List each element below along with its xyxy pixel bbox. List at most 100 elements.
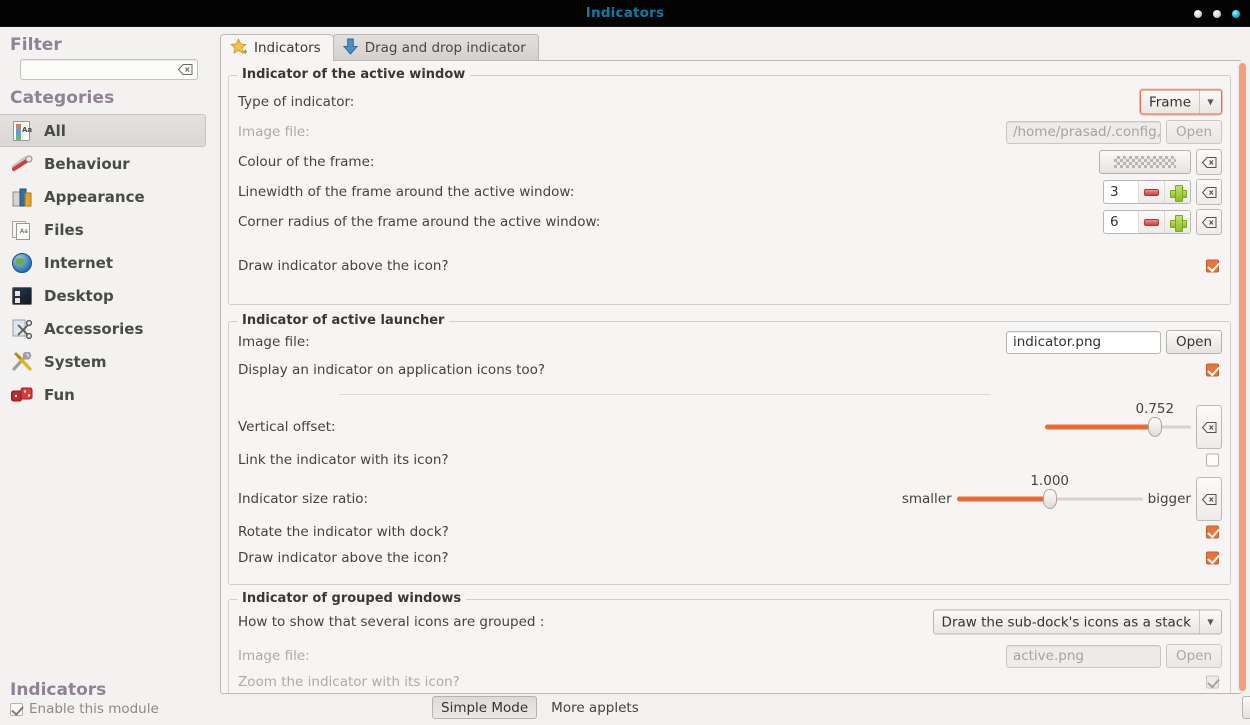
open-button[interactable]: Open — [1165, 644, 1222, 668]
sidebar-item-files[interactable]: Aa Files — [0, 213, 212, 246]
vertical-offset-slider[interactable]: 0.752 — [1045, 401, 1191, 437]
sidebar-item-internet[interactable]: Internet — [0, 246, 212, 279]
sidebar-item-label: Appearance — [44, 187, 145, 206]
row-corner-radius: Corner radius of the frame around the ac… — [229, 209, 1230, 235]
svg-text:Aa: Aa — [20, 228, 28, 235]
module-name: Indicators — [10, 680, 107, 700]
tab-indicators[interactable]: Indicators — [220, 34, 334, 62]
documents-icon: Aa — [10, 119, 34, 143]
section-grouped-windows: Indicator of grouped windows How to show… — [228, 591, 1231, 693]
draw-above-icon-checkbox[interactable] — [1206, 259, 1219, 273]
slider-value: 0.752 — [1135, 401, 1175, 417]
type-of-indicator-select[interactable]: Frame ▼ — [1139, 89, 1222, 115]
row-colour-of-frame: Colour of the frame: — [229, 149, 1230, 175]
field-value: active.png — [1012, 648, 1084, 664]
sidebar-item-system[interactable]: System — [0, 345, 212, 378]
sidebar-item-label: Behaviour — [44, 154, 130, 173]
swiss-knife-icon — [10, 152, 34, 176]
tab-label: Indicators — [254, 40, 321, 56]
image-file-input[interactable]: /home/prasad/.config, — [1005, 120, 1161, 144]
enable-module-row[interactable]: Enable this module — [10, 701, 212, 717]
section-active-window: Indicator of the active window Type of i… — [228, 67, 1231, 305]
settings-panel: Indicator of the active window Type of i… — [220, 60, 1242, 694]
increment-icon[interactable] — [1164, 211, 1190, 233]
row-label: Corner radius of the frame around the ac… — [238, 214, 601, 230]
open-button[interactable]: Open — [1165, 330, 1222, 354]
slider-fill — [1045, 424, 1155, 430]
grouped-windows-select[interactable]: Draw the sub-dock's icons as a stack ▼ — [932, 609, 1222, 635]
footer-bar: Simple Mode More applets Apply OK Back C… — [424, 693, 1250, 725]
sidebar-item-appearance[interactable]: Appearance — [0, 180, 212, 213]
row-label: Type of indicator: — [238, 94, 355, 110]
window-titlebar: Indicators — [0, 0, 1250, 27]
display-on-app-icons-checkbox[interactable] — [1206, 363, 1219, 377]
close-button[interactable] — [1232, 9, 1240, 18]
search-input[interactable] — [20, 59, 198, 80]
reset-corner-radius-button[interactable] — [1196, 209, 1222, 235]
slider-handle[interactable] — [1147, 417, 1162, 437]
row-label: Linewidth of the frame around the active… — [238, 184, 575, 200]
category-list: Aa All Behaviour Appearance Aa Files Int… — [0, 114, 212, 411]
launcher-image-file-input[interactable]: indicator.png — [1005, 330, 1161, 354]
simple-mode-button[interactable]: Simple Mode — [432, 696, 538, 719]
sidebar-item-all[interactable]: Aa All — [0, 114, 206, 147]
row-label: Indicator size ratio: — [238, 491, 369, 507]
corner-radius-stepper[interactable]: 6 — [1103, 210, 1191, 234]
sidebar-item-accessories[interactable]: Accessories — [0, 312, 212, 345]
more-applets-link[interactable]: More applets — [551, 700, 639, 716]
rotate-with-dock-checkbox[interactable] — [1206, 525, 1219, 539]
row-linewidth: Linewidth of the frame around the active… — [229, 179, 1230, 205]
chevron-down-icon: ▼ — [1199, 90, 1221, 114]
row-label: Link the indicator with its icon? — [238, 452, 449, 468]
frame-colour-button[interactable] — [1099, 150, 1191, 174]
row-image-file-grouped: Image file: active.png Open — [229, 644, 1230, 668]
slider-min-label: smaller — [901, 491, 952, 507]
colour-swatch — [1114, 156, 1176, 168]
enable-module-checkbox[interactable] — [10, 702, 23, 716]
reset-colour-button[interactable] — [1196, 149, 1222, 175]
reset-size-ratio-button[interactable] — [1196, 477, 1222, 521]
vertical-scrollbar[interactable] — [1237, 61, 1248, 693]
row-indicator-size-ratio: Indicator size ratio: smaller 1.000 bigg… — [229, 473, 1230, 521]
scrollbar-thumb[interactable] — [1239, 63, 1246, 691]
reset-linewidth-button[interactable] — [1196, 179, 1222, 205]
paint-icon — [10, 185, 34, 209]
scissors-icon — [10, 317, 34, 341]
sidebar-item-behaviour[interactable]: Behaviour — [0, 147, 212, 180]
row-label: Rotate the indicator with dock? — [238, 524, 449, 540]
minimize-button[interactable] — [1194, 9, 1202, 18]
grouped-image-file-input[interactable]: active.png — [1005, 644, 1161, 668]
row-label: Draw indicator above the icon? — [238, 550, 449, 566]
tab-drag-and-drop-indicator[interactable]: Drag and drop indicator — [332, 34, 539, 61]
sidebar-item-desktop[interactable]: Desktop — [0, 279, 212, 312]
row-label: How to show that several icons are group… — [238, 614, 545, 630]
maximize-button[interactable] — [1213, 9, 1221, 18]
row-type-of-indicator: Type of indicator: Frame ▼ — [229, 89, 1230, 115]
zoom-with-icon-checkbox[interactable] — [1206, 675, 1219, 689]
filter-heading: Filter — [10, 35, 62, 55]
decrement-icon[interactable] — [1138, 211, 1164, 233]
draw-above-icon-checkbox[interactable] — [1206, 551, 1219, 565]
stepper-value: 3 — [1110, 184, 1119, 200]
indicator-size-ratio-slider[interactable]: 1.000 — [956, 473, 1143, 509]
reset-vertical-offset-button[interactable] — [1196, 405, 1222, 449]
row-label: Image file: — [238, 334, 310, 350]
linewidth-stepper[interactable]: 3 — [1103, 180, 1191, 204]
link-with-icon-checkbox[interactable] — [1206, 453, 1219, 467]
row-label: Draw indicator above the icon? — [238, 258, 449, 274]
field-value: /home/prasad/.config, — [1012, 124, 1161, 140]
row-vertical-offset: Vertical offset: 0.752 — [229, 401, 1230, 449]
sidebar-item-label: Desktop — [44, 286, 114, 305]
increment-icon[interactable] — [1164, 181, 1190, 203]
row-label: Zoom the indicator with its icon? — [238, 674, 460, 690]
content-area: Indicators Drag and drop indicator Indic… — [212, 27, 1250, 725]
apply-button[interactable]: Apply — [1241, 696, 1250, 719]
row-label: Image file: — [238, 648, 310, 664]
section-legend: Indicator of active launcher — [237, 313, 450, 328]
decrement-icon[interactable] — [1138, 181, 1164, 203]
select-value: Draw the sub-dock's icons as a stack — [941, 614, 1191, 630]
clear-icon[interactable] — [177, 64, 193, 76]
sidebar-item-fun[interactable]: Fun — [0, 378, 212, 411]
open-button[interactable]: Open — [1165, 120, 1222, 144]
slider-handle[interactable] — [1042, 489, 1057, 509]
